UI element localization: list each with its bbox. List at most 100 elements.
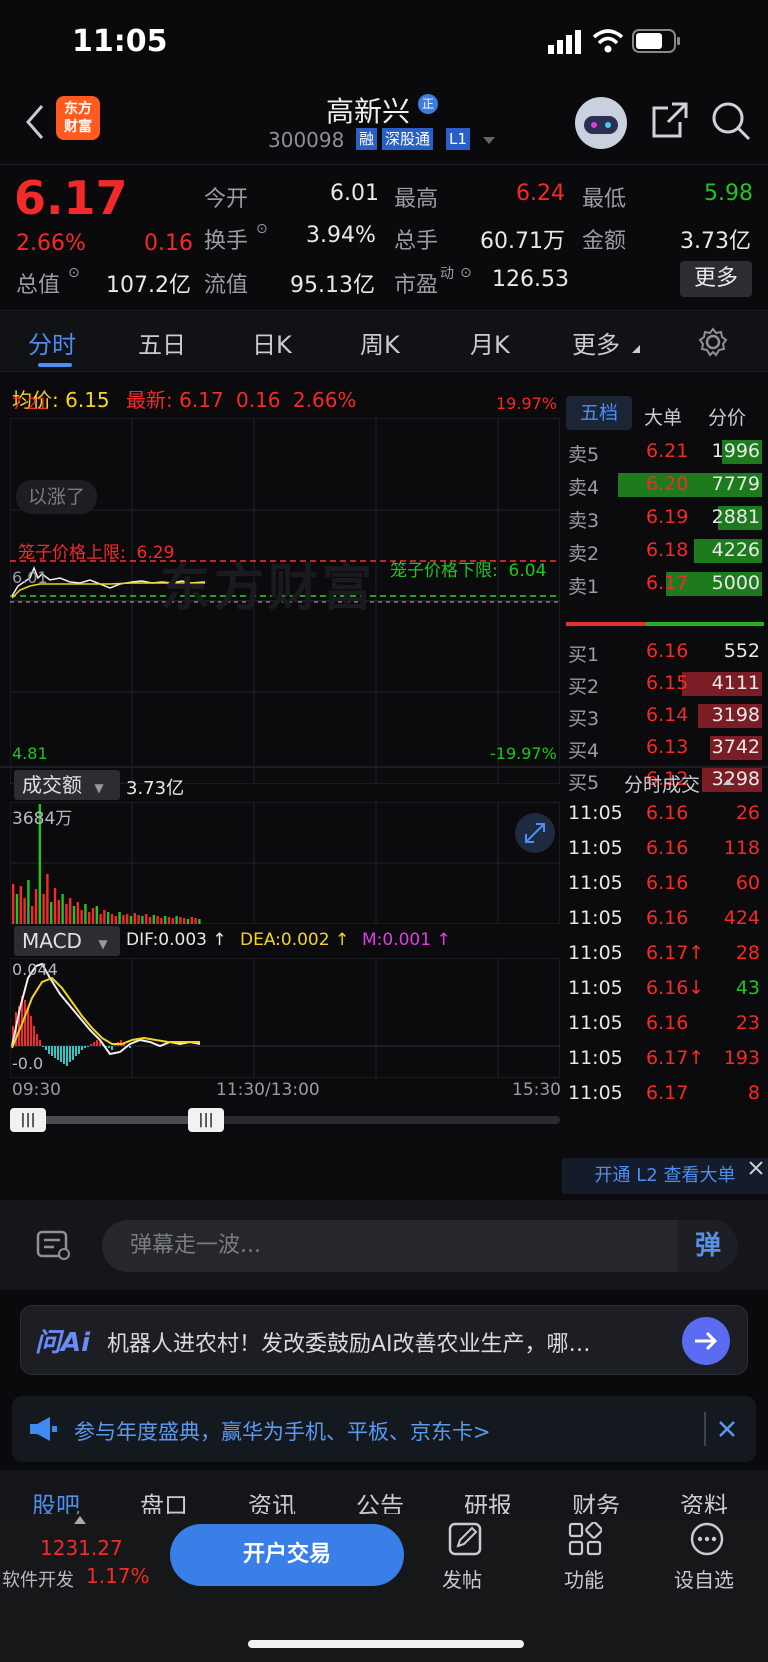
range-handle-left[interactable]: ||| xyxy=(10,1108,46,1132)
index-pct[interactable]: 1.17% xyxy=(86,1564,150,1588)
info-icon[interactable]: ⊙ xyxy=(256,221,268,237)
bid-row[interactable]: 买2 6.15 4111 xyxy=(564,668,764,701)
zheng-badge: 正 xyxy=(418,94,438,114)
macd-bar xyxy=(87,1046,89,1047)
tick-time: 11:05 xyxy=(568,872,623,894)
share-icon[interactable] xyxy=(650,100,690,140)
volume-bar xyxy=(152,915,155,924)
macd-bar xyxy=(27,1008,29,1046)
ai-logo: 问Ai xyxy=(35,1328,91,1358)
ask-volume: 5000 xyxy=(711,572,760,594)
tab-weekly-k[interactable]: 周K xyxy=(360,325,400,360)
ask-volume: 2881 xyxy=(711,506,760,528)
float-label: 流值 xyxy=(204,273,249,298)
ask-row[interactable]: 卖5 6.21 1996 xyxy=(564,436,764,469)
tab-more[interactable]: 更多 xyxy=(572,325,620,360)
ai-news-banner[interactable]: 问Ai 机器人进农村！发改委鼓励AI改善农业生产，哪… xyxy=(20,1305,748,1375)
bid-row[interactable]: 买3 6.14 3198 xyxy=(564,700,764,733)
macd-bar xyxy=(36,1034,38,1046)
function-label[interactable]: 功能 xyxy=(564,1564,604,1593)
tick-list-title[interactable]: 分时成交 xyxy=(624,770,700,797)
volume-bar xyxy=(133,913,136,924)
sell-strength-bar xyxy=(566,622,646,626)
macd-bar xyxy=(81,1046,83,1050)
macd-bar xyxy=(111,1046,113,1050)
info-icon[interactable]: ⊙ xyxy=(460,265,472,281)
stock-name[interactable]: 高新兴 xyxy=(326,90,410,130)
index-name[interactable]: 软件开发 xyxy=(2,1566,74,1592)
l2-banner[interactable]: 开通 L2 查看大单 xyxy=(562,1158,768,1194)
volume-bar xyxy=(95,906,98,924)
macd-chart[interactable] xyxy=(10,958,560,1078)
ask-row[interactable]: 卖2 6.18 4226 xyxy=(564,535,764,568)
tick-time: 11:05 xyxy=(568,977,623,999)
macd-bar xyxy=(63,1046,65,1064)
close-icon[interactable] xyxy=(716,1418,738,1440)
robot-avatar-icon[interactable] xyxy=(574,96,628,150)
tab-big-orders[interactable]: 大单 xyxy=(644,403,682,430)
tick-volume: 43 xyxy=(735,977,760,999)
ask-row[interactable]: 卖4 6.20 7779 xyxy=(564,469,764,502)
more-dots-icon[interactable] xyxy=(690,1522,724,1556)
expand-icon[interactable] xyxy=(514,812,556,854)
high-label: 最高 xyxy=(394,187,439,212)
last-label: 最新: xyxy=(126,388,173,412)
tick-row: 11:05 6.16 23 xyxy=(562,1006,766,1041)
danmu-send-button[interactable]: 弹 xyxy=(678,1220,738,1272)
bid-row[interactable]: 买1 6.16 552 xyxy=(564,636,764,669)
volume-bar xyxy=(171,918,174,924)
range-handle-right[interactable]: ||| xyxy=(188,1108,224,1132)
ask-volume: 7779 xyxy=(711,473,760,495)
back-icon[interactable] xyxy=(22,102,46,142)
y-bottom-label: 4.81 xyxy=(12,744,48,763)
tab-5day[interactable]: 五日 xyxy=(138,325,186,360)
volume-bar xyxy=(175,916,178,924)
mktcap-value: 107.2亿 xyxy=(106,273,191,298)
tab-intraday[interactable]: 分时 xyxy=(28,325,76,360)
tab-five-levels[interactable]: 五档 xyxy=(566,396,632,430)
pct-bottom-label: -19.97% xyxy=(490,744,557,763)
signal-icon xyxy=(548,30,581,54)
dropdown-icon[interactable] xyxy=(482,136,496,146)
close-icon[interactable] xyxy=(746,1158,766,1178)
ask-row[interactable]: 卖1 6.17 5000 xyxy=(564,568,764,601)
volume-selector[interactable]: 成交额 ▼ xyxy=(14,770,120,800)
ask-row[interactable]: 卖3 6.19 2881 xyxy=(564,502,764,535)
tick-volume: 8 xyxy=(747,1082,760,1104)
bid-row[interactable]: 买4 6.13 3742 xyxy=(564,732,764,765)
macd-selector[interactable]: MACD ▼ xyxy=(14,926,120,956)
gear-icon[interactable] xyxy=(698,327,728,357)
chevron-down-icon: ▼ xyxy=(94,781,104,795)
volume-bar xyxy=(72,906,76,924)
grid-icon[interactable] xyxy=(568,1522,602,1556)
danmu-input[interactable]: 弹幕走一波... xyxy=(102,1220,708,1272)
macd-bar xyxy=(45,1046,47,1050)
arrow-right-icon[interactable] xyxy=(681,1316,731,1366)
tab-monthly-k[interactable]: 月K xyxy=(470,325,510,360)
edit-icon[interactable] xyxy=(448,1522,482,1556)
danmu-settings-icon[interactable] xyxy=(36,1228,72,1262)
app-logo[interactable]: 东方 财富 xyxy=(56,96,100,140)
info-icon[interactable]: ⊙ xyxy=(68,265,80,281)
ask-price: 6.18 xyxy=(646,539,689,561)
chevron-up-icon[interactable] xyxy=(722,778,734,786)
order-book: 五档 大单 分价 卖5 6.21 1996 卖4 6.20 7779 卖3 6.19 2881 卖… xyxy=(564,392,768,794)
promo-banner[interactable]: 参与年度盛典，赢华为手机、平板、京东卡> xyxy=(12,1396,756,1462)
volume-chart[interactable] xyxy=(10,802,560,924)
tick-price: 6.16↓ xyxy=(646,977,705,999)
more-button[interactable]: 更多 xyxy=(680,261,752,297)
volume-bar xyxy=(141,916,144,924)
watchlist-label[interactable]: 设自选 xyxy=(674,1564,734,1593)
ask-price: 6.19 xyxy=(646,506,689,528)
triangle-up-icon xyxy=(74,1516,86,1524)
index-value[interactable]: 1231.27 xyxy=(40,1536,123,1560)
macd-bar xyxy=(57,1046,59,1060)
tab-daily-k[interactable]: 日K xyxy=(252,325,292,360)
bid-price: 6.16 xyxy=(646,640,689,662)
search-icon[interactable] xyxy=(710,100,752,142)
bid-label: 买1 xyxy=(568,644,600,666)
post-label[interactable]: 发帖 xyxy=(442,1564,482,1593)
trade-button[interactable]: 开户交易 xyxy=(170,1524,404,1586)
tab-price-dist[interactable]: 分价 xyxy=(708,403,746,430)
volume-total: 3.73亿 xyxy=(126,778,185,799)
